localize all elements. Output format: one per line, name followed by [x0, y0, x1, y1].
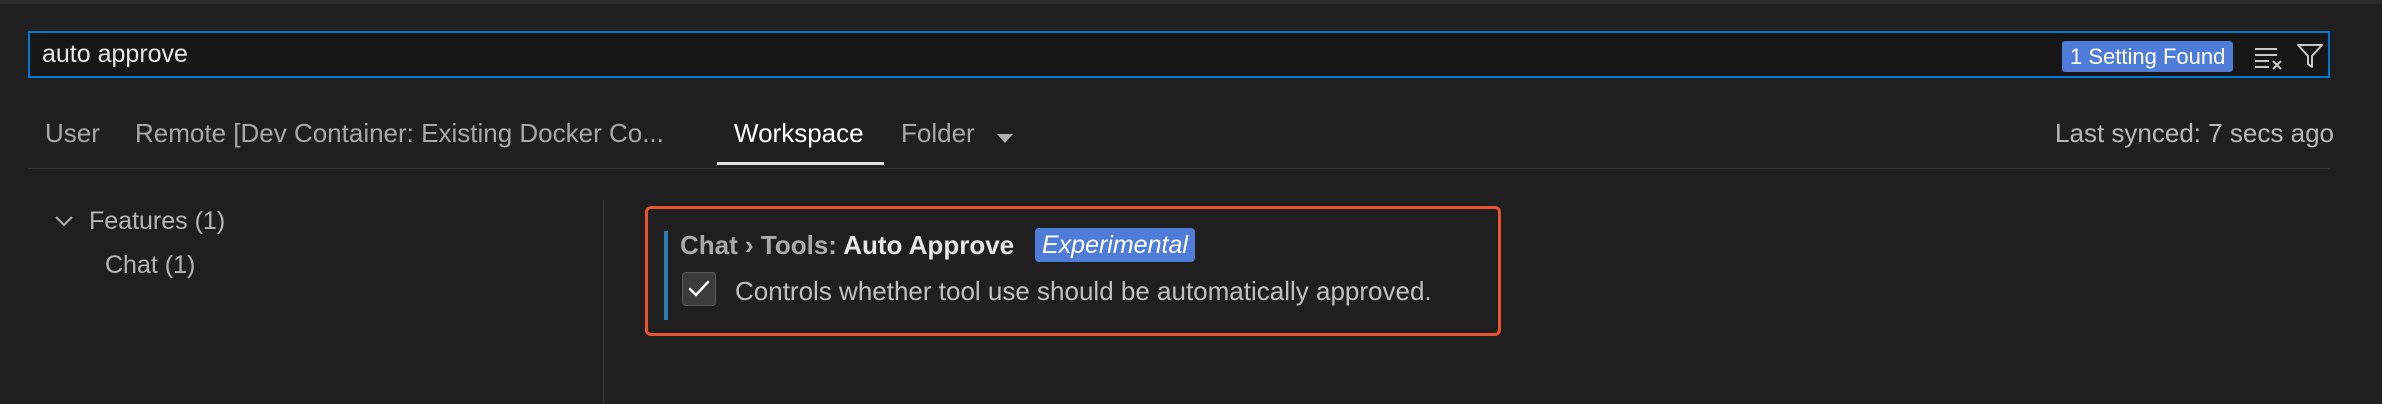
results-count-badge: 1 Setting Found: [2062, 41, 2234, 72]
setting-name: Auto Approve: [843, 230, 1015, 260]
clear-filter-icon[interactable]: [2253, 42, 2285, 72]
tree-item-chat[interactable]: Chat (1): [105, 251, 195, 280]
setting-category: Chat › Tools:: [680, 230, 844, 260]
setting-description: Controls whether tool use should be auto…: [735, 276, 1432, 306]
tab-workspace[interactable]: Workspace: [734, 118, 864, 149]
setting-title: Chat › Tools: Auto Approve: [680, 230, 1014, 261]
filter-icon[interactable]: [2296, 41, 2324, 71]
tree-item-features[interactable]: Features (1): [89, 207, 225, 236]
settings-search-bar[interactable]: 1 Setting Found: [28, 31, 2330, 78]
last-synced-status: Last synced: 7 secs ago: [2055, 118, 2334, 148]
tree-divider: [603, 200, 604, 404]
setting-modified-indicator: [664, 231, 668, 320]
check-icon: [688, 280, 710, 297]
tab-user[interactable]: User: [45, 118, 100, 149]
search-input[interactable]: [42, 39, 2042, 70]
window-top-edge: [0, 0, 2382, 4]
setting-item-auto-approve: Chat › Tools: Auto Approve Experimental …: [645, 206, 1501, 336]
tab-remote[interactable]: Remote [Dev Container: Existing Docker C…: [135, 118, 664, 149]
chevron-down-icon[interactable]: [54, 213, 74, 229]
auto-approve-checkbox[interactable]: [682, 272, 716, 306]
active-tab-indicator: [717, 162, 884, 165]
experimental-badge: Experimental: [1035, 228, 1195, 262]
tab-folder[interactable]: Folder: [901, 118, 975, 149]
chevron-down-icon[interactable]: [995, 131, 1015, 145]
tabs-divider: [28, 168, 2330, 169]
